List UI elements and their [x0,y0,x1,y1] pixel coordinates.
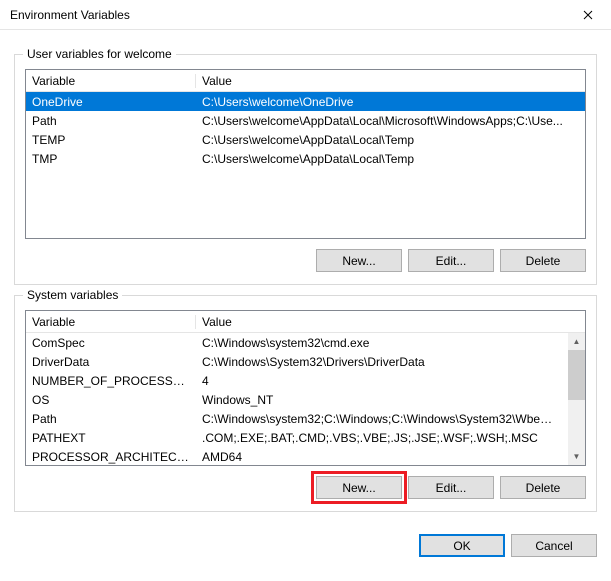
window-title: Environment Variables [10,8,130,22]
table-row[interactable]: PATHEXT.COM;.EXE;.BAT;.CMD;.VBS;.VBE;.JS… [26,428,568,447]
system-scrollbar[interactable]: ▲ ▼ [568,333,585,465]
table-row[interactable]: OSWindows_NT [26,390,568,409]
system-delete-button[interactable]: Delete [500,476,586,499]
table-row[interactable]: ComSpecC:\Windows\system32\cmd.exe [26,333,568,352]
row-value: C:\Windows\system32;C:\Windows;C:\Window… [196,412,568,426]
row-variable: PATHEXT [26,431,196,445]
row-value: C:\Users\welcome\AppData\Local\Temp [196,133,585,147]
row-value: C:\Windows\system32\cmd.exe [196,336,568,350]
user-variables-group: User variables for welcome Variable Valu… [14,54,597,285]
table-row[interactable]: PROCESSOR_ARCHITECTUREAMD64 [26,447,568,466]
row-variable: DriverData [26,355,196,369]
row-variable: OneDrive [26,95,196,109]
row-value: C:\Users\welcome\OneDrive [196,95,585,109]
row-value: Windows_NT [196,393,568,407]
user-header-variable[interactable]: Variable [26,74,196,88]
ok-button[interactable]: OK [419,534,505,557]
row-value: 4 [196,374,568,388]
user-button-row: New... Edit... Delete [25,249,586,272]
system-edit-button[interactable]: Edit... [408,476,494,499]
row-value: C:\Users\welcome\AppData\Local\Microsoft… [196,114,585,128]
row-variable: Path [26,114,196,128]
row-variable: TMP [26,152,196,166]
row-value: .COM;.EXE;.BAT;.CMD;.VBS;.VBE;.JS;.JSE;.… [196,431,568,445]
row-variable: Path [26,412,196,426]
close-button[interactable] [565,0,611,30]
table-row[interactable]: TEMPC:\Users\welcome\AppData\Local\Temp [26,130,585,149]
row-variable: OS [26,393,196,407]
close-icon [583,10,593,20]
row-value: C:\Windows\System32\Drivers\DriverData [196,355,568,369]
row-variable: NUMBER_OF_PROCESSORS [26,374,196,388]
table-row[interactable]: NUMBER_OF_PROCESSORS4 [26,371,568,390]
system-header-value[interactable]: Value [196,315,585,329]
system-button-row: New... Edit... Delete [25,476,586,499]
user-variables-table[interactable]: Variable Value OneDriveC:\Users\welcome\… [25,69,586,239]
row-value: AMD64 [196,450,568,464]
user-header-value[interactable]: Value [196,74,585,88]
table-row[interactable]: OneDriveC:\Users\welcome\OneDrive [26,92,585,111]
row-variable: TEMP [26,133,196,147]
titlebar: Environment Variables [0,0,611,30]
user-delete-button[interactable]: Delete [500,249,586,272]
row-variable: ComSpec [26,336,196,350]
user-new-button[interactable]: New... [316,249,402,272]
table-row[interactable]: PathC:\Windows\system32;C:\Windows;C:\Wi… [26,409,568,428]
system-table-header: Variable Value [26,311,585,333]
system-new-button[interactable]: New... [316,476,402,499]
user-group-label: User variables for welcome [23,47,176,61]
scroll-thumb[interactable] [568,350,585,400]
table-row[interactable]: TMPC:\Users\welcome\AppData\Local\Temp [26,149,585,168]
system-header-variable[interactable]: Variable [26,315,196,329]
user-edit-button[interactable]: Edit... [408,249,494,272]
scroll-down-icon[interactable]: ▼ [568,448,585,465]
table-row[interactable]: PathC:\Users\welcome\AppData\Local\Micro… [26,111,585,130]
cancel-button[interactable]: Cancel [511,534,597,557]
system-group-label: System variables [23,288,122,302]
system-variables-table[interactable]: Variable Value ComSpecC:\Windows\system3… [25,310,586,466]
row-variable: PROCESSOR_ARCHITECTURE [26,450,196,464]
user-table-header: Variable Value [26,70,585,92]
row-value: C:\Users\welcome\AppData\Local\Temp [196,152,585,166]
table-row[interactable]: DriverDataC:\Windows\System32\Drivers\Dr… [26,352,568,371]
dialog-button-row: OK Cancel [0,522,611,557]
system-variables-group: System variables Variable Value ComSpecC… [14,295,597,512]
scroll-up-icon[interactable]: ▲ [568,333,585,350]
